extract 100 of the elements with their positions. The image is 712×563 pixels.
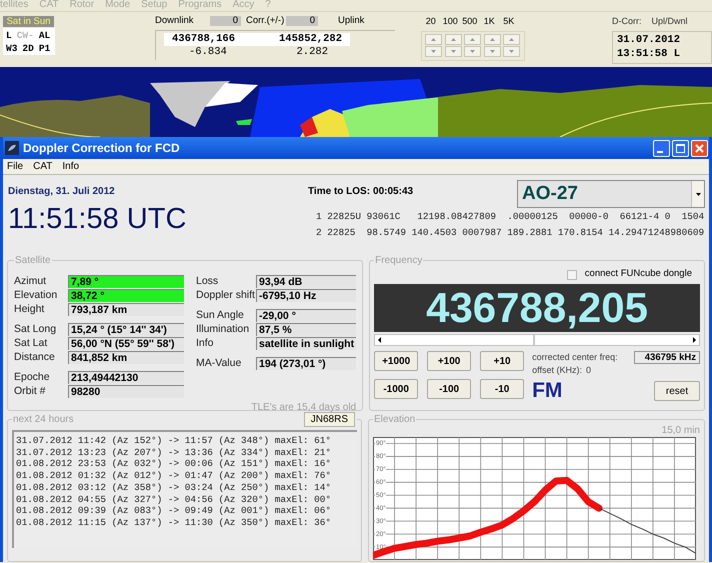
offset-value: 0 [586, 364, 591, 377]
step-up-button[interactable] [484, 34, 500, 45]
caret-down-icon [450, 50, 456, 53]
satellite-select[interactable]: AO-27 [517, 180, 705, 208]
frequency-step-button[interactable]: -1000 [374, 379, 418, 399]
tle-line: 1 22825U 93061C 12198.08427809 .00000125 00000-0 66121-4 0 1504 [316, 210, 705, 224]
minimize-button[interactable] [653, 140, 670, 156]
field-value: 38,72 ° [68, 289, 184, 302]
field-value: 841,852 km [68, 351, 184, 364]
field-label: MA-Value [196, 356, 242, 371]
caret-up-icon [509, 38, 514, 41]
frequency-step-button[interactable]: -100 [427, 379, 472, 399]
group-title: Elevation [373, 413, 416, 427]
pass-row[interactable]: 31.07.2012 11:42 (Az 152°) -> 11:57 (Az 348°) maxEl: 61° [16, 435, 357, 447]
field-label: Epoche [14, 370, 51, 385]
field-label: Illumination [196, 322, 250, 337]
step-down-button[interactable] [444, 46, 462, 57]
center-frequency-label: corrected center freq: [532, 351, 618, 364]
frequency-display: 436788,205 [374, 284, 700, 332]
group-title: Satellite [14, 254, 52, 268]
caret-down-icon [509, 50, 514, 53]
step-down-button[interactable] [425, 46, 442, 57]
offset-label: offset (KHz): [532, 364, 582, 377]
field-value: 15,24 ° (15° 14'' 34') [68, 323, 184, 336]
menu-item[interactable]: CAT [33, 159, 52, 174]
frequency-step-button[interactable]: +10 [480, 351, 524, 371]
sat-in-sun-indicator: Sat in Sun [3, 16, 54, 27]
close-button[interactable] [691, 140, 708, 156]
uplink-frequency: 145852,282 [278, 33, 342, 46]
field-value: 194 (273,01 °) [256, 357, 356, 370]
frequency-step-button[interactable]: +1000 [374, 351, 418, 371]
pass-row[interactable]: 01.08.2012 11:15 (Az 137°) -> 11:30 (Az 350°) maxEl: 36° [16, 516, 357, 529]
doppler-correction-label: D-Corr: [612, 15, 642, 27]
field-label: Sat Long [14, 322, 58, 337]
local-date: 31.07.2012 [617, 33, 682, 47]
step-up-button[interactable] [503, 34, 520, 45]
utc-clock: 11:51:58 UTC [8, 204, 188, 234]
field-value: 87,5 % [256, 323, 356, 336]
maximize-icon [676, 144, 685, 152]
los-countdown: 00:05:43 [373, 186, 414, 198]
group-title: next 24 hours [12, 413, 75, 427]
pass-row[interactable]: 01.08.2012 23:53 (Az 032°) -> 00:06 (Az 151°) maxEl: 16° [16, 458, 357, 470]
menu-item[interactable]: Info [62, 159, 80, 174]
step-size-label: 500 [461, 15, 478, 27]
uplink-shift: 2.282 [296, 46, 328, 59]
step-down-button[interactable] [503, 46, 520, 57]
flag-label: L [6, 30, 12, 42]
field-label: Info [196, 336, 215, 351]
step-up-button[interactable] [464, 34, 481, 45]
dongle-checkbox[interactable] [566, 270, 577, 280]
field-label: Height [14, 302, 46, 317]
tle-age-note: TLE's are 15,4 days old [250, 401, 356, 415]
field-label: Azimut [14, 274, 48, 289]
step-up-button[interactable] [425, 34, 442, 45]
modulation-mode: FM [532, 380, 562, 402]
pass-row[interactable]: 01.08.2012 03:12 (Az 358°) -> 03:24 (Az 250°) maxEl: 14° [16, 482, 357, 494]
tle-line: 2 22825 98.5749 140.4503 0007987 189.2881 170.8154 14.29471248980609 [316, 226, 705, 240]
step-size-label: 100 [442, 15, 459, 27]
reset-button[interactable]: reset [654, 381, 700, 401]
field-value: satellite in sunlight [256, 337, 356, 350]
dongle-label: connect FUNcube dongle [584, 267, 692, 282]
field-label: Sat Lat [14, 336, 48, 351]
caret-up-icon [490, 38, 494, 41]
pass-row[interactable]: 01.08.2012 01:32 (Az 012°) -> 01:47 (Az 200°) maxEl: 76° [16, 470, 357, 482]
field-value: -29,00 ° [256, 309, 356, 322]
field-value: 98280 [68, 385, 184, 398]
field-label: Orbit # [14, 384, 47, 399]
flag-label: AL [38, 30, 50, 42]
flag-label: 2D [22, 42, 34, 54]
maximize-button[interactable] [672, 140, 689, 156]
window-title: Doppler Correction for FCD [23, 140, 180, 157]
pass-row[interactable]: 31.07.2012 13:23 (Az 207°) -> 13:36 (Az 334°) maxEl: 21° [16, 446, 357, 458]
locator-label: JN68RS [304, 412, 355, 427]
pass-row[interactable]: 01.08.2012 09:39 (Az 083°) -> 09:49 (Az 001°) maxEl: 06° [16, 505, 357, 517]
uplink-label: Uplink [338, 14, 364, 28]
los-label: Time to LOS: [308, 186, 370, 198]
step-down-button[interactable] [484, 46, 500, 57]
field-label: Elevation [14, 288, 58, 303]
step-size-label: 20 [424, 15, 437, 27]
flag-label: P1 [38, 42, 50, 54]
step-down-button[interactable] [464, 46, 481, 57]
frequency-step-button[interactable]: +100 [427, 351, 472, 371]
correction-label: Corr.(+/-) [246, 14, 286, 28]
caret-up-icon [431, 38, 436, 41]
downlink-label: Downlink [155, 14, 195, 28]
pass-row[interactable]: 01.08.2012 04:55 (Az 327°) -> 04:56 (Az 320°) maxEl: 00° [16, 494, 357, 506]
field-value: 213,49442130 [68, 371, 184, 384]
step-size-label: 1K [482, 15, 496, 27]
field-value: -6795,10 Hz [256, 289, 356, 302]
field-label: Sun Angle [196, 308, 245, 323]
dropdown-arrow-icon [696, 192, 700, 196]
downlink-correction-value: 0 [210, 16, 241, 26]
flag-label: CW- [16, 30, 34, 42]
step-up-button[interactable] [444, 34, 462, 45]
field-label: Loss [196, 274, 220, 289]
menu-item[interactable]: File [7, 159, 24, 174]
pass-duration: 15,0 min [660, 425, 700, 436]
field-value: 56,00 °N (55° 59'' 58') [68, 337, 184, 350]
frequency-step-button[interactable]: -10 [480, 379, 524, 399]
date-label: Dienstag, 31. Juli 2012 [8, 186, 116, 198]
